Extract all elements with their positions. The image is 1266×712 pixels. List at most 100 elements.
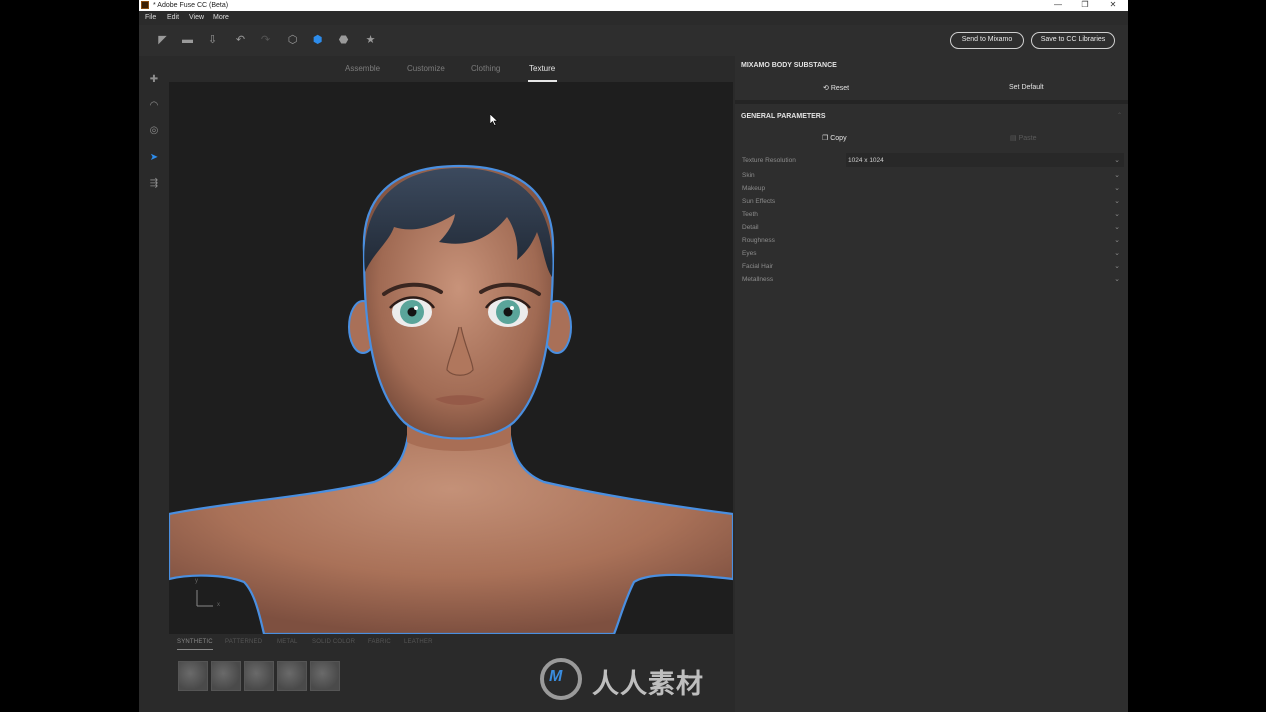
param-row-teeth[interactable]: Teeth ⌄ (742, 211, 1120, 223)
param-label: Skin (742, 172, 755, 179)
tab-texture[interactable]: Texture (529, 64, 555, 73)
add-body-icon[interactable]: ✚ (147, 73, 161, 87)
divider (735, 100, 1128, 104)
collapse-chevron-icon[interactable]: ⌃ (1117, 112, 1122, 119)
chevron-down-icon: ⌄ (1114, 263, 1120, 270)
chevron-down-icon: ⌄ (1114, 250, 1120, 257)
box-solid-icon[interactable]: ⬢ (311, 34, 324, 47)
param-label: Metallness (742, 276, 774, 283)
torso (169, 425, 733, 634)
save-to-cc-libraries-button[interactable]: Save to CC Libraries (1031, 32, 1115, 49)
copy-label: Copy (830, 135, 847, 142)
param-label: Detail (742, 224, 759, 231)
export-pose-icon[interactable]: ⇶ (147, 177, 161, 191)
material-swatch[interactable] (244, 661, 274, 691)
param-row-sun-effects[interactable]: Sun Effects ⌄ (742, 198, 1120, 210)
material-tab-solid-color[interactable]: SOLID COLOR (312, 639, 355, 645)
reset-icon: ⟲ (823, 85, 831, 92)
target-icon[interactable]: ◎ (147, 124, 161, 138)
reset-label: Reset (830, 85, 850, 92)
material-tab-patterned[interactable]: PATTERNED (225, 639, 262, 645)
param-label: Teeth (742, 211, 758, 218)
send-to-mixamo-button[interactable]: Send to Mixamo (950, 32, 1024, 49)
tab-customize[interactable]: Customize (407, 64, 445, 73)
camera-orbit-icon[interactable]: ◠ (147, 99, 161, 113)
chevron-down-icon: ⌄ (1114, 198, 1120, 205)
left-toolbar: ✚ ◠ ◎ ➤ ⇶ (139, 56, 169, 712)
material-swatch[interactable] (178, 661, 208, 691)
star-icon[interactable]: ★ (364, 34, 377, 47)
axis-x-label: x (217, 602, 220, 608)
param-label: Facial Hair (742, 263, 774, 270)
copy-icon: ❐ (822, 135, 831, 142)
minimize-button[interactable]: — (1044, 0, 1072, 11)
chevron-down-icon[interactable]: ⌄ (1114, 156, 1120, 164)
toolbar: ◤ ▬ ⇩ ↶ ↷ ⬡ ⬢ ⬣ ★ Send to Mixamo Save to… (139, 25, 1128, 56)
menu-file[interactable]: File (145, 14, 156, 21)
material-swatch[interactable] (211, 661, 241, 691)
title-bar: * Adobe Fuse CC (Beta) — ❐ ✕ (139, 0, 1128, 11)
section-title-body-substance: MIXAMO BODY SUBSTANCE (741, 62, 837, 69)
chevron-down-icon: ⌄ (1114, 276, 1120, 283)
import-icon[interactable]: ⇩ (206, 34, 219, 47)
param-label: Eyes (742, 250, 757, 257)
material-tab-synthetic[interactable]: SYNTHETIC (177, 639, 213, 645)
material-tab-indicator (177, 649, 213, 650)
chevron-down-icon: ⌄ (1114, 172, 1120, 179)
menu-more[interactable]: More (213, 14, 229, 21)
param-row-metallness[interactable]: Metallness ⌄ (742, 276, 1120, 288)
mode-tabs: Assemble Customize Clothing Texture (169, 56, 733, 82)
axis-y-label: y (195, 578, 198, 584)
send-icon[interactable]: ◤ (156, 34, 169, 47)
reset-button[interactable]: ⟲ Reset (823, 84, 849, 92)
undo-icon[interactable]: ↶ (234, 34, 247, 47)
param-label: Makeup (742, 185, 766, 192)
paste-label: Paste (1018, 135, 1037, 142)
param-row-makeup[interactable]: Makeup ⌄ (742, 185, 1120, 197)
material-swatch[interactable] (277, 661, 307, 691)
open-folder-icon[interactable]: ▬ (181, 34, 194, 47)
texture-resolution-select[interactable] (846, 153, 1124, 167)
restore-button[interactable]: ❐ (1071, 0, 1099, 11)
param-row-eyes[interactable]: Eyes ⌄ (742, 250, 1120, 262)
paste-button[interactable]: ▤ Paste (1010, 134, 1036, 142)
tab-clothing[interactable]: Clothing (471, 64, 500, 73)
param-row-facial-hair[interactable]: Facial Hair ⌄ (742, 263, 1120, 275)
window-title: * Adobe Fuse CC (Beta) (153, 2, 229, 9)
chevron-down-icon: ⌄ (1114, 211, 1120, 218)
pointer-icon[interactable]: ➤ (147, 151, 161, 165)
section-title-general-parameters: GENERAL PARAMETERS (741, 113, 826, 120)
material-tab-fabric[interactable]: FABRIC (368, 639, 391, 645)
redo-icon[interactable]: ↷ (259, 34, 272, 47)
watermark-logo-letter: M (549, 668, 563, 685)
param-row-detail[interactable]: Detail ⌄ (742, 224, 1120, 236)
3d-viewport[interactable]: y x (169, 82, 733, 634)
param-row-skin[interactable]: Skin ⌄ (742, 172, 1120, 184)
chevron-down-icon: ⌄ (1114, 237, 1120, 244)
mouse-cursor-icon (490, 114, 498, 126)
properties-panel: MIXAMO BODY SUBSTANCE ⟲ Reset Set Defaul… (735, 56, 1128, 712)
material-swatch[interactable] (310, 661, 340, 691)
chevron-down-icon: ⌄ (1114, 224, 1120, 231)
texture-resolution-label: Texture Resolution (742, 157, 796, 164)
close-button[interactable]: ✕ (1099, 0, 1127, 11)
menu-view[interactable]: View (189, 14, 204, 21)
watermark: M 人人素材 (540, 658, 730, 700)
menu-bar: File Edit View More (139, 11, 1128, 25)
menu-edit[interactable]: Edit (167, 14, 179, 21)
tab-assemble[interactable]: Assemble (345, 64, 380, 73)
param-label: Roughness (742, 237, 775, 244)
param-label: Sun Effects (742, 198, 776, 205)
cube-icon[interactable]: ⬣ (337, 34, 350, 47)
app-window: * Adobe Fuse CC (Beta) — ❐ ✕ File Edit V… (139, 0, 1128, 712)
param-row-roughness[interactable]: Roughness ⌄ (742, 237, 1120, 249)
material-tab-leather[interactable]: LEATHER (404, 639, 433, 645)
box-outline-icon[interactable]: ⬡ (286, 34, 299, 47)
set-default-button[interactable]: Set Default (1009, 84, 1044, 91)
app-icon (141, 1, 149, 9)
material-tab-metal[interactable]: METAL (277, 639, 298, 645)
texture-resolution-row: Texture Resolution 1024 x 1024 ⌄ (742, 153, 1124, 169)
copy-button[interactable]: ❐ Copy (822, 134, 847, 142)
texture-resolution-value: 1024 x 1024 (848, 157, 884, 164)
paste-icon: ▤ (1010, 135, 1019, 142)
